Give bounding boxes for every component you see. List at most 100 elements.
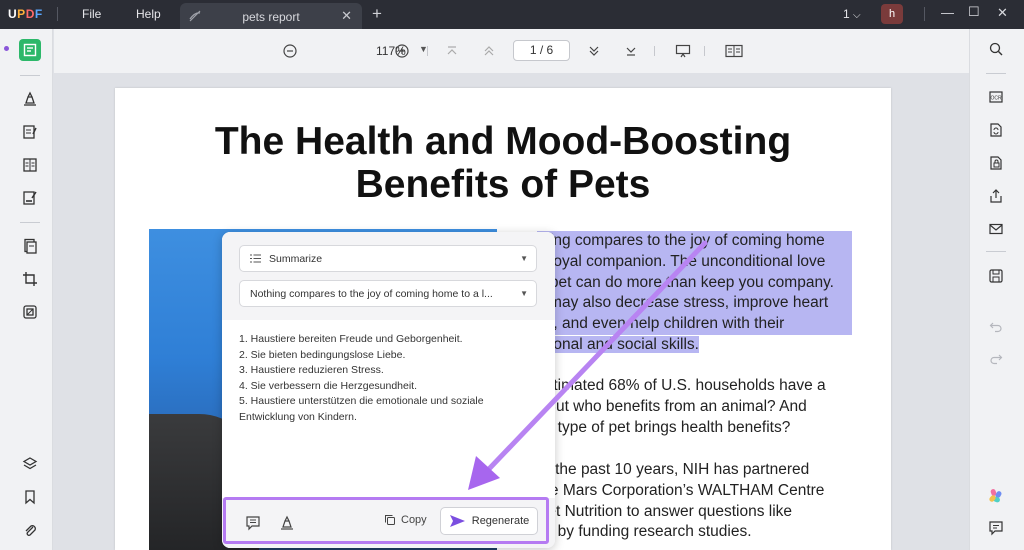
page-layout-icon[interactable] bbox=[725, 41, 743, 61]
left-toolbar bbox=[0, 29, 53, 550]
list-icon bbox=[250, 254, 261, 263]
paragraph: estimated 68% of U.S. households have a … bbox=[537, 376, 852, 438]
text-line: se by funding research studies. bbox=[537, 523, 752, 541]
result-line: 5. Haustiere unterstützen die emotionale… bbox=[239, 395, 484, 408]
sign-icon[interactable] bbox=[20, 188, 40, 208]
window-count[interactable]: 1 ⌵ bbox=[843, 7, 861, 21]
text-line: s may also decrease stress, improve hear… bbox=[537, 293, 852, 315]
result-line: 2. Sie bieten bedingungslose Liebe. bbox=[239, 348, 406, 361]
ai-result: 1. Haustiere bereiten Freude und Geborge… bbox=[239, 332, 539, 426]
presentation-icon[interactable] bbox=[675, 41, 691, 61]
logo-letter-u: U bbox=[8, 7, 18, 21]
ocr-icon[interactable]: OCR bbox=[986, 87, 1006, 107]
tab-title: pets report bbox=[242, 10, 300, 24]
maximize-icon[interactable]: ☐ bbox=[968, 4, 980, 20]
last-page-icon[interactable] bbox=[625, 41, 637, 61]
protect-icon[interactable] bbox=[986, 153, 1006, 173]
ai-mode-label: Summarize bbox=[269, 253, 323, 265]
menu-help[interactable]: Help bbox=[136, 7, 161, 21]
text-line: the Mars Corporation’s WALTHAM Centre bbox=[537, 481, 825, 499]
app-logo: UPDF bbox=[8, 7, 43, 21]
paragraph: er the past 10 years, NIH has partnered … bbox=[537, 460, 852, 543]
highlighter-icon[interactable] bbox=[20, 89, 40, 109]
svg-text:OCR: OCR bbox=[990, 96, 1002, 102]
redo-icon[interactable] bbox=[986, 348, 1006, 368]
sidebar-divider bbox=[20, 75, 40, 76]
layers-icon[interactable] bbox=[20, 454, 40, 474]
titlebar-divider bbox=[924, 7, 925, 21]
organize-pages-icon[interactable] bbox=[20, 236, 40, 256]
text-line: . But who benefits from an animal? And bbox=[537, 397, 807, 415]
minimize-icon[interactable]: — bbox=[941, 5, 954, 20]
text-line: thing compares to the joy of coming home bbox=[537, 231, 852, 252]
email-icon[interactable] bbox=[986, 219, 1006, 239]
text-line: otional and social skills. bbox=[537, 335, 699, 353]
next-page-icon[interactable] bbox=[588, 41, 600, 61]
undo-icon[interactable] bbox=[986, 316, 1006, 336]
new-tab-icon[interactable]: + bbox=[372, 4, 382, 24]
ai-mode: Summarize bbox=[250, 253, 322, 265]
annotation-highlight-box bbox=[223, 497, 549, 544]
text-line: ch type of pet brings health benefits? bbox=[537, 418, 791, 436]
logo-letter-p: P bbox=[17, 7, 26, 21]
result-line: 3. Haustiere reduzieren Stress. bbox=[239, 364, 384, 377]
ai-prompt-select[interactable]: Nothing compares to the joy of coming ho… bbox=[239, 280, 537, 307]
form-icon[interactable] bbox=[20, 155, 40, 175]
ai-prompt-text: Nothing compares to the joy of coming ho… bbox=[250, 288, 493, 300]
sidebar-divider bbox=[20, 222, 40, 223]
edit-text-icon[interactable] bbox=[20, 122, 40, 142]
chevron-down-icon: ▼ bbox=[520, 289, 528, 298]
sidebar-divider bbox=[986, 251, 1006, 252]
previous-page-icon[interactable] bbox=[483, 41, 495, 61]
right-toolbar: OCR bbox=[969, 29, 1024, 550]
titlebar-divider bbox=[57, 7, 58, 21]
crop-icon[interactable] bbox=[20, 269, 40, 289]
text-line: estimated 68% of U.S. households have a bbox=[537, 377, 826, 394]
chevron-down-icon: ▼ bbox=[520, 254, 528, 263]
zoom-in-icon[interactable] bbox=[395, 41, 409, 61]
share-icon[interactable] bbox=[986, 186, 1006, 206]
ai-mode-select[interactable]: Summarize ▼ bbox=[239, 245, 537, 272]
search-icon[interactable] bbox=[986, 39, 1006, 59]
result-line: 1. Haustiere bereiten Freude und Geborge… bbox=[239, 333, 463, 345]
updf-ai-icon[interactable] bbox=[986, 486, 1006, 506]
ai-panel-header: Summarize ▼ Nothing compares to the joy … bbox=[222, 232, 555, 320]
close-window-icon[interactable]: ✕ bbox=[997, 5, 1008, 21]
zoom-out-icon[interactable] bbox=[283, 41, 297, 61]
comment-icon[interactable] bbox=[986, 518, 1006, 538]
title-line: The Health and Mood-Boosting bbox=[214, 120, 792, 163]
page-title: The Health and Mood-Boosting Benefits of… bbox=[115, 120, 891, 206]
bookmark-icon[interactable] bbox=[20, 487, 40, 507]
convert-icon[interactable] bbox=[986, 120, 1006, 140]
attachment-icon[interactable] bbox=[20, 520, 40, 540]
avatar[interactable]: h bbox=[881, 4, 903, 24]
sidebar-divider bbox=[986, 73, 1006, 74]
page-indicator[interactable]: 1 / 6 bbox=[513, 40, 570, 61]
result-line: Entwicklung von Kindern. bbox=[239, 410, 357, 423]
paragraph-selected[interactable]: thing compares to the joy of coming home… bbox=[537, 231, 852, 356]
toolbar-divider bbox=[704, 46, 705, 56]
text-line: Pet Nutrition to answer questions like bbox=[537, 502, 793, 520]
redact-icon[interactable] bbox=[20, 302, 40, 322]
view-toolbar: 117% ▼ 1 / 6 bbox=[54, 29, 969, 73]
title-line: Benefits of Pets bbox=[355, 163, 651, 206]
window-count-value: 1 bbox=[843, 7, 850, 21]
close-tab-icon[interactable]: ✕ bbox=[341, 8, 352, 24]
result-line: 4. Sie verbessern die Herzgesundheit. bbox=[239, 379, 418, 392]
toolbar-divider bbox=[654, 46, 655, 56]
notification-dot bbox=[4, 46, 9, 51]
text-line: lth, and even help children with their bbox=[537, 314, 852, 335]
menu-file[interactable]: File bbox=[82, 7, 101, 21]
text-line: a pet can do more than keep you company. bbox=[537, 272, 852, 294]
text-line: a loyal companion. The unconditional lov… bbox=[537, 251, 852, 273]
first-page-icon[interactable] bbox=[446, 41, 458, 61]
reader-mode-icon[interactable] bbox=[19, 39, 41, 61]
logo-letter-f: F bbox=[34, 7, 43, 21]
logo-letter-d: D bbox=[25, 7, 35, 21]
title-bar: UPDF File Help pets report ✕ + 1 ⌵ h — ☐… bbox=[0, 0, 1024, 29]
chevron-down-icon: ⌵ bbox=[853, 10, 861, 21]
document-tab[interactable]: pets report ✕ bbox=[180, 3, 362, 29]
save-icon[interactable] bbox=[986, 266, 1006, 286]
text-line: er the past 10 years, NIH has partnered bbox=[537, 461, 810, 478]
toolbar-divider bbox=[427, 46, 428, 56]
